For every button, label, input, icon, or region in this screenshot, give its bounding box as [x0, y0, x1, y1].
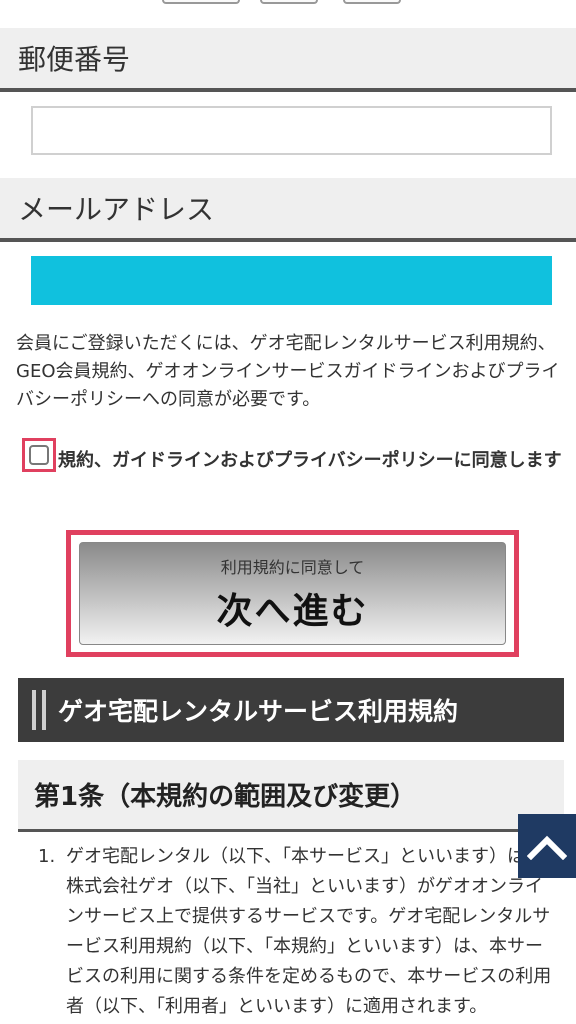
next-button-label: 次へ進む [216, 590, 369, 632]
postal-code-label: 郵便番号 [0, 28, 576, 92]
email-label: メールアドレス [0, 178, 576, 242]
scroll-to-top-button[interactable] [518, 814, 576, 878]
double-bar-icon [32, 690, 46, 730]
top-button-stubs [0, 0, 576, 4]
clause-number: 1. [38, 846, 56, 867]
clause-text: ゲオ宅配レンタル（以下、「本サービス」といいます）は、株式会社ゲオ（以下、「当社… [66, 846, 552, 1017]
article-title: 第1条（本規約の範囲及び変更） [18, 760, 564, 832]
next-button[interactable]: 利用規約に同意して 次へ進む [79, 542, 506, 645]
next-button-highlight: 利用規約に同意して 次へ進む [66, 530, 519, 657]
next-button-sub-label: 利用規約に同意して [220, 557, 365, 577]
top-button-stub[interactable] [260, 0, 318, 4]
agree-checkbox[interactable] [29, 445, 49, 465]
registration-page: 郵便番号 メールアドレス 会員にご登録いただくには、ゲオ宅配レンタルサービス利用… [0, 0, 576, 1024]
email-input[interactable] [31, 256, 552, 305]
top-button-stub[interactable] [162, 0, 240, 4]
article-clause: 1. ゲオ宅配レンタル（以下、「本サービス」といいます）は、株式会社ゲオ（以下、… [38, 842, 554, 1022]
chevron-up-icon [527, 835, 567, 860]
agree-label[interactable]: 規約、ガイドラインおよびプライバシーポリシーに同意します [22, 444, 562, 478]
terms-header: ゲオ宅配レンタルサービス利用規約 [18, 678, 564, 742]
consent-notice: 会員にご登録いただくには、ゲオ宅配レンタルサービス利用規約、GEO会員規約、ゲオ… [16, 333, 560, 410]
agree-checkbox-highlight[interactable] [22, 438, 56, 472]
top-button-stub[interactable] [343, 0, 401, 4]
terms-title: ゲオ宅配レンタルサービス利用規約 [58, 697, 459, 726]
postal-code-input[interactable] [31, 106, 552, 155]
